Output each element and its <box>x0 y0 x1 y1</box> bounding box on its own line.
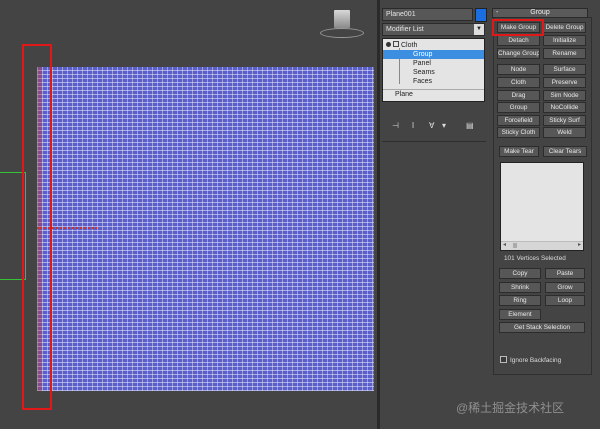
stack-base-label: Plane <box>395 91 413 98</box>
viewcube[interactable] <box>318 8 366 38</box>
stack-item-seams[interactable]: Seams <box>383 68 484 77</box>
group-list-box[interactable]: ◂ ▸ <box>500 162 584 251</box>
stack-item-label: Seams <box>413 69 435 76</box>
group-button[interactable]: Group <box>497 102 540 113</box>
initialize-button[interactable]: Initialize <box>543 35 586 46</box>
forcefield-button[interactable]: Forcefield <box>497 115 540 126</box>
element-button[interactable]: Element <box>499 309 541 320</box>
vertices-selected-label: 101 Vertices Selected <box>504 255 566 262</box>
modifier-list-dropdown[interactable]: Modifier List ▼ <box>382 23 485 36</box>
modifier-list-label: Modifier List <box>386 26 424 33</box>
chevron-down-icon[interactable]: ▼ <box>474 24 484 35</box>
rename-button[interactable]: Rename <box>543 48 586 59</box>
stack-item-label: Panel <box>413 60 431 67</box>
make-unique-icon[interactable]: ∀ <box>429 121 434 130</box>
modify-panel: Plane001 Modifier List ▼ Cloth Group Pan… <box>380 0 490 429</box>
node-button[interactable]: Node <box>497 64 540 75</box>
viewcube-cube[interactable] <box>334 10 350 28</box>
copy-button[interactable]: Copy <box>499 268 541 279</box>
cloth-button[interactable]: Cloth <box>497 77 540 88</box>
grow-button[interactable]: Grow <box>545 282 585 293</box>
stack-item-label: Faces <box>413 78 433 85</box>
make-group-highlight <box>492 19 544 36</box>
sticky-cloth-button[interactable]: Sticky Cloth <box>497 127 540 138</box>
scroll-thumb[interactable] <box>513 243 517 248</box>
drag-button[interactable]: Drag <box>497 90 540 101</box>
weld-button[interactable]: Weld <box>543 127 586 138</box>
pin-stack-icon[interactable]: ⊣ <box>392 121 399 130</box>
stack-item-plane[interactable]: Plane <box>383 89 484 99</box>
get-stack-selection-button[interactable]: Get Stack Selection <box>499 322 585 333</box>
ring-button[interactable]: Ring <box>499 295 541 306</box>
delete-group-button[interactable]: Delete Group <box>543 22 586 33</box>
shrink-button[interactable]: Shrink <box>499 282 541 293</box>
ignore-backfacing-label: Ignore Backfacing <box>510 357 562 364</box>
stack-item-group[interactable]: Group <box>383 50 484 59</box>
lightbulb-icon[interactable] <box>386 42 391 47</box>
viewcube-ring <box>320 28 364 38</box>
nocollide-button[interactable]: NoCollide <box>543 102 586 113</box>
rollout-title: Group <box>530 9 550 16</box>
selection-highlight-box <box>22 44 52 410</box>
stack-toolbar: ⊣ ǀ ∀ ▾ ▤ <box>384 121 484 131</box>
collapse-icon: - <box>496 9 499 16</box>
cloth-plane-mesh[interactable] <box>37 67 374 391</box>
change-group-button[interactable]: Change Group <box>497 48 540 59</box>
show-end-result-icon[interactable]: ǀ <box>412 121 414 130</box>
stack-item-cloth[interactable]: Cloth <box>383 41 484 50</box>
rollout-header[interactable]: - Group <box>492 8 588 18</box>
preserve-button[interactable]: Preserve <box>543 77 586 88</box>
object-color-swatch[interactable] <box>475 8 487 22</box>
surface-button[interactable]: Surface <box>543 64 586 75</box>
stack-item-panel[interactable]: Panel <box>383 59 484 68</box>
stack-item-faces[interactable]: Faces <box>383 77 484 86</box>
panel-separator <box>382 141 486 142</box>
checkbox-icon[interactable] <box>500 356 507 363</box>
viewport[interactable] <box>0 0 377 429</box>
modifier-stack[interactable]: Cloth Group Panel Seams Faces Plane <box>382 38 485 102</box>
ignore-backfacing-checkbox[interactable]: Ignore Backfacing <box>500 356 590 365</box>
stack-item-label: Group <box>413 51 433 58</box>
paste-button[interactable]: Paste <box>545 268 585 279</box>
remove-modifier-icon[interactable]: ▾ <box>442 121 446 130</box>
sticky-surf-button[interactable]: Sticky Surf <box>543 115 586 126</box>
scroll-right-icon[interactable]: ▸ <box>578 242 581 249</box>
object-name-field[interactable]: Plane001 <box>382 8 473 21</box>
sim-node-button[interactable]: Sim Node <box>543 90 586 101</box>
configure-sets-icon[interactable]: ▤ <box>466 121 474 130</box>
detach-button[interactable]: Detach <box>497 35 540 46</box>
expand-box-icon[interactable] <box>393 41 399 47</box>
loop-button[interactable]: Loop <box>545 295 585 306</box>
horizontal-scrollbar[interactable]: ◂ ▸ <box>501 241 583 250</box>
clear-tears-button[interactable]: Clear Tears <box>543 146 587 157</box>
watermark: @稀土掘金技术社区 <box>456 401 565 415</box>
scroll-left-icon[interactable]: ◂ <box>503 242 506 249</box>
make-tear-button[interactable]: Make Tear <box>499 146 539 157</box>
stack-item-label: Cloth <box>401 42 418 49</box>
